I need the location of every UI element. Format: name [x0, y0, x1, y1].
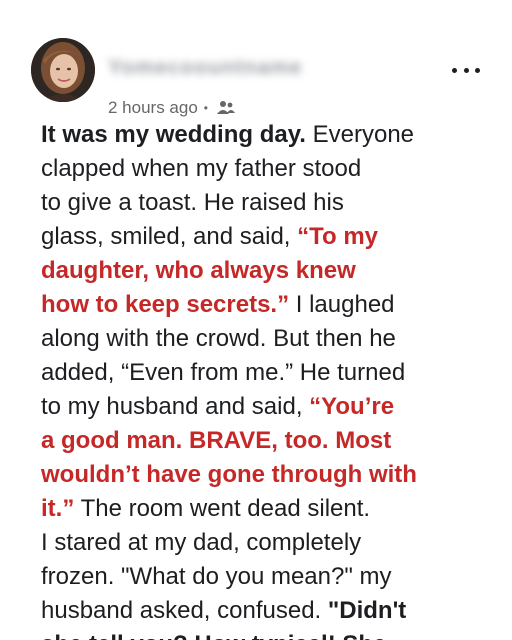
body-text: added, “Even from me.” He turned: [41, 359, 406, 386]
body-text: I stared at my dad, completely: [41, 529, 362, 556]
post-body: It was my wedding day. Everyone clapped w…: [41, 118, 501, 640]
post-line: clapped when my father stood: [41, 152, 501, 186]
more-dot: [452, 67, 457, 73]
post-line: glass, smiled, and said, “To my: [41, 220, 501, 254]
post-line: husband asked, confused. "Didn't: [41, 594, 501, 628]
body-text: frozen. "What do you mean?" my: [41, 563, 392, 590]
highlighted-quote: daughter, who always knew: [41, 257, 356, 284]
bold-text: "Didn't: [327, 597, 407, 624]
bold-text: It was my wedding day.: [41, 121, 306, 148]
highlighted-quote: it.”: [41, 495, 75, 522]
avatar-photo: [31, 38, 95, 102]
post-line: how to keep secrets.” I laughed: [41, 288, 501, 322]
body-text: Everyone: [305, 121, 415, 148]
post-line: daughter, who always knew: [41, 254, 501, 288]
bold-text: she tell you? How typical! She: [41, 631, 386, 640]
post-line: a good man. BRAVE, too. Most: [41, 424, 501, 458]
more-dot: [475, 67, 480, 73]
highlighted-quote: wouldn’t have gone through with: [41, 461, 417, 488]
post-line: frozen. "What do you mean?" my: [41, 560, 501, 594]
post-header: Yomecoountname 2 hours ago •: [0, 0, 512, 120]
highlighted-quote: how to keep secrets.”: [41, 291, 290, 318]
body-text: husband asked, confused.: [41, 597, 328, 624]
post-meta: 2 hours ago •: [108, 97, 236, 119]
post-line: wouldn’t have gone through with: [41, 458, 501, 492]
timestamp[interactable]: 2 hours ago: [108, 98, 198, 118]
meta-separator: •: [203, 101, 208, 115]
post-line: she tell you? How typical! She: [41, 628, 501, 640]
body-text: along with the crowd. But then he: [41, 325, 396, 352]
highlighted-quote: “You’re: [309, 393, 395, 420]
post-line: along with the crowd. But then he: [41, 322, 501, 356]
body-text: to my husband and said,: [41, 393, 310, 420]
post-line: to give a toast. He raised his: [41, 186, 501, 220]
more-dot: [463, 67, 469, 73]
post-line: added, “Even from me.” He turned: [41, 356, 501, 390]
post-line: to my husband and said, “You’re: [41, 390, 501, 424]
body-text: clapped when my father stood: [41, 155, 362, 182]
body-text: to give a toast. He raised his: [41, 189, 344, 216]
post-line: It was my wedding day. Everyone: [41, 118, 501, 152]
highlighted-quote: a good man. BRAVE, too. Most: [41, 427, 392, 454]
post-line: it.” The room went dead silent.: [41, 492, 501, 526]
body-text: glass, smiled, and said,: [41, 223, 298, 250]
body-text: The room went dead silent.: [74, 495, 371, 522]
author-name[interactable]: Yomecoountname: [108, 56, 302, 80]
post-line: I stared at my dad, completely: [41, 526, 501, 560]
more-options-icon[interactable]: [452, 60, 480, 80]
avatar[interactable]: [31, 38, 95, 102]
body-text: I laughed: [289, 291, 395, 318]
highlighted-quote: “To my: [297, 223, 379, 250]
friends-icon[interactable]: [216, 100, 236, 116]
